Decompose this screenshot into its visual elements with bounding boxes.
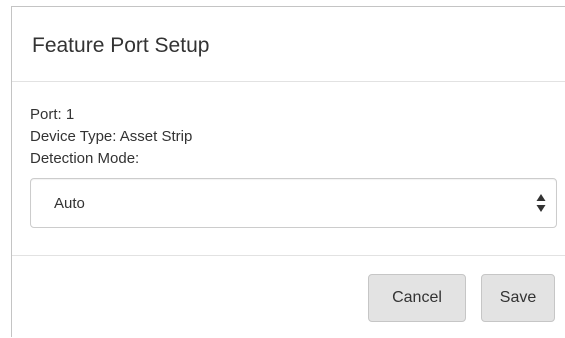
- dialog-header: Feature Port Setup: [12, 7, 565, 82]
- dialog-footer: Cancel Save: [12, 256, 565, 338]
- dialog-body: Port: 1 Device Type: Asset Strip Detecti…: [12, 82, 565, 256]
- device-type-info: Device Type: Asset Strip: [30, 128, 193, 145]
- up-down-arrows-icon: [536, 194, 546, 212]
- detection-mode-selected-value: Auto: [54, 194, 85, 212]
- cancel-button[interactable]: Cancel: [368, 274, 466, 322]
- save-button[interactable]: Save: [481, 274, 555, 322]
- dialog-title: Feature Port Setup: [32, 34, 210, 57]
- detection-mode-select[interactable]: Auto: [30, 178, 557, 228]
- port-info: Port: 1: [30, 106, 75, 123]
- detection-mode-label: Detection Mode:: [30, 150, 140, 167]
- feature-port-setup-dialog: Feature Port Setup Port: 1 Device Type: …: [11, 6, 565, 337]
